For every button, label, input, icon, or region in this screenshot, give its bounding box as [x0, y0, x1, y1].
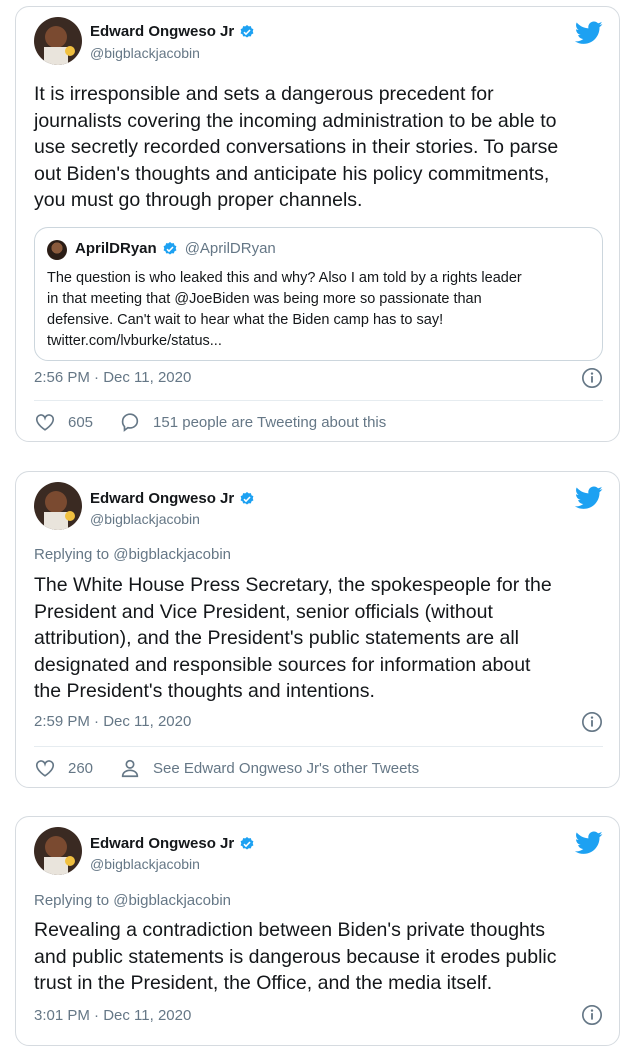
tweet-actions: 605 151 people are Tweeting about this — [34, 411, 386, 433]
replying-to-label[interactable]: Replying to @bigblackjacobin — [34, 892, 231, 909]
divider — [34, 400, 603, 401]
author-name[interactable]: Edward Ongweso Jr — [90, 835, 255, 852]
author-name-text: Edward Ongweso Jr — [90, 835, 235, 852]
replying-to-label[interactable]: Replying to @bigblackjacobin — [34, 546, 231, 563]
author-handle[interactable]: @bigblackjacobin — [90, 856, 200, 872]
quoted-tweet-text: The question is who leaked this and why?… — [47, 270, 522, 349]
reply-bubble-icon — [121, 413, 139, 432]
like-count: 260 — [68, 759, 94, 777]
heart-icon — [35, 414, 55, 431]
see-other-tweets-label: See Edward Ongweso Jr's other Tweets — [153, 759, 420, 777]
see-other-tweets-link[interactable]: See Edward Ongweso Jr's other Tweets — [119, 757, 419, 779]
quoted-tweet[interactable]: AprilDRyan @AprilDRyan The question is w… — [34, 227, 603, 361]
quoted-author-handle: @AprilDRyan — [184, 240, 276, 257]
verified-badge-icon — [240, 24, 254, 38]
divider — [34, 746, 603, 747]
author-handle[interactable]: @bigblackjacobin — [90, 45, 200, 61]
tweet-timestamp[interactable]: 2:56 PM · Dec 11, 2020 — [34, 369, 191, 386]
tweet-actions: 260 See Edward Ongweso Jr's other Tweets — [34, 757, 419, 779]
author-avatar[interactable] — [34, 17, 82, 65]
tweet-text: The White House Press Secretary, the spo… — [34, 574, 552, 702]
twitter-bird-icon[interactable] — [575, 21, 603, 45]
tweet-timestamp[interactable]: 3:01 PM · Dec 11, 2020 — [34, 1007, 191, 1024]
tweet-card[interactable]: Edward Ongweso Jr @bigblackjacobin Reply… — [15, 471, 620, 788]
like-count: 605 — [68, 413, 94, 431]
heart-icon — [35, 760, 55, 777]
author-avatar[interactable] — [34, 827, 82, 875]
author-avatar[interactable] — [34, 482, 82, 530]
verified-badge-icon — [163, 241, 177, 255]
tweet-card[interactable]: Edward Ongweso Jr @bigblackjacobin It is… — [15, 6, 620, 442]
author-name-text: Edward Ongweso Jr — [90, 490, 235, 507]
info-icon[interactable] — [581, 711, 603, 733]
author-name[interactable]: Edward Ongweso Jr — [90, 23, 255, 40]
info-icon[interactable] — [581, 1004, 603, 1026]
author-handle[interactable]: @bigblackjacobin — [90, 511, 200, 527]
tweeting-about-link[interactable]: 151 people are Tweeting about this — [119, 411, 386, 433]
verified-badge-icon — [240, 491, 254, 505]
info-icon[interactable] — [581, 367, 603, 389]
tweet-text: It is irresponsible and sets a dangerous… — [34, 83, 559, 211]
author-name-text: Edward Ongweso Jr — [90, 23, 235, 40]
tweet-text: Revealing a contradiction between Biden'… — [34, 919, 557, 994]
quoted-author-name: AprilDRyan — [75, 240, 157, 257]
quoted-header: AprilDRyan @AprilDRyan — [75, 240, 276, 257]
tweet-timestamp[interactable]: 2:59 PM · Dec 11, 2020 — [34, 713, 191, 730]
like-button[interactable]: 605 — [34, 411, 93, 433]
twitter-bird-icon[interactable] — [575, 486, 603, 510]
verified-badge-icon — [240, 836, 254, 850]
like-button[interactable]: 260 — [34, 757, 93, 779]
author-name[interactable]: Edward Ongweso Jr — [90, 490, 255, 507]
tweeting-about-label: 151 people are Tweeting about this — [153, 413, 387, 431]
twitter-bird-icon[interactable] — [575, 831, 603, 855]
person-icon — [121, 759, 139, 778]
quoted-avatar — [47, 240, 67, 260]
tweet-card[interactable]: Edward Ongweso Jr @bigblackjacobin Reply… — [15, 816, 620, 1046]
